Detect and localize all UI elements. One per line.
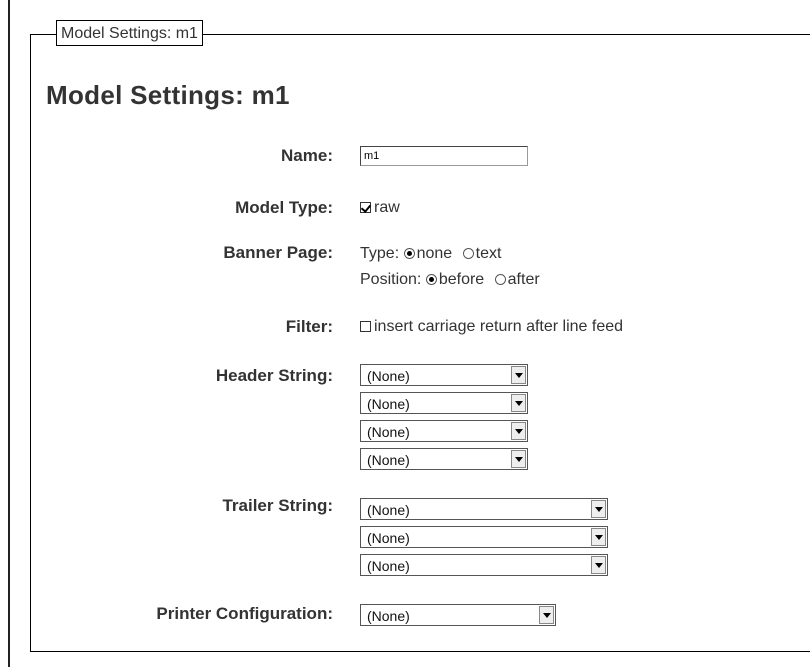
printer-configuration-select-value: (None) bbox=[367, 608, 410, 624]
chevron-down-icon[interactable] bbox=[591, 556, 606, 574]
raw-checkbox-label: raw bbox=[374, 199, 400, 216]
chevron-down-icon[interactable] bbox=[591, 528, 606, 546]
banner-position-label: Position: bbox=[360, 271, 422, 288]
fieldset-legend: Model Settings: m1 bbox=[56, 20, 203, 46]
header-string-select-2[interactable]: (None) bbox=[360, 392, 528, 414]
banner-type-text-label: text bbox=[475, 245, 502, 262]
trailer-string-label: Trailer String: bbox=[222, 496, 333, 515]
printer-configuration-select[interactable]: (None) bbox=[360, 604, 556, 626]
header-string-select-1[interactable]: (None) bbox=[360, 364, 528, 386]
banner-position-row: Position: before after bbox=[360, 271, 540, 289]
banner-type-text-radio[interactable] bbox=[462, 248, 474, 259]
chevron-down-icon[interactable] bbox=[511, 422, 526, 440]
name-label: Name: bbox=[281, 146, 333, 165]
chevron-down-icon[interactable] bbox=[591, 500, 606, 518]
page-title: Model Settings: m1 bbox=[46, 80, 290, 110]
banner-type-row: Type: none text bbox=[360, 245, 501, 263]
header-string-label: Header String: bbox=[215, 366, 333, 385]
trailer-string-select-2[interactable]: (None) bbox=[360, 526, 608, 548]
banner-page-label: Banner Page: bbox=[223, 243, 333, 262]
banner-position-after-radio[interactable] bbox=[494, 274, 506, 285]
header-string-select-2-value: (None) bbox=[367, 396, 410, 412]
model-type-option[interactable]: raw bbox=[360, 199, 400, 217]
banner-type-none-radio[interactable] bbox=[403, 248, 415, 259]
page-left-border bbox=[8, 0, 10, 667]
trailer-string-select-1-value: (None) bbox=[367, 502, 410, 518]
model-type-label: Model Type: bbox=[235, 198, 333, 217]
chevron-down-icon[interactable] bbox=[511, 366, 526, 384]
filter-crlf-checkbox[interactable] bbox=[360, 321, 371, 332]
banner-position-before-label: before bbox=[438, 271, 485, 288]
header-string-select-4-value: (None) bbox=[367, 452, 410, 468]
name-input[interactable] bbox=[360, 146, 528, 166]
chevron-down-icon[interactable] bbox=[511, 394, 526, 412]
filter-option[interactable]: insert carriage return after line feed bbox=[360, 318, 623, 336]
header-string-select-4[interactable]: (None) bbox=[360, 448, 528, 470]
filter-label: Filter: bbox=[285, 317, 333, 336]
trailer-string-select-3-value: (None) bbox=[367, 558, 410, 574]
trailer-string-select-3[interactable]: (None) bbox=[360, 554, 608, 576]
chevron-down-icon[interactable] bbox=[539, 606, 554, 624]
printer-configuration-label: Printer Configuration: bbox=[156, 604, 333, 623]
banner-position-before-radio[interactable] bbox=[425, 274, 437, 285]
header-string-select-3-value: (None) bbox=[367, 424, 410, 440]
header-string-select-3[interactable]: (None) bbox=[360, 420, 528, 442]
banner-type-none-label: none bbox=[416, 245, 453, 262]
trailer-string-select-2-value: (None) bbox=[367, 530, 410, 546]
chevron-down-icon[interactable] bbox=[511, 450, 526, 468]
raw-checkbox[interactable] bbox=[360, 202, 371, 213]
banner-position-after-label: after bbox=[507, 271, 540, 288]
banner-type-label: Type: bbox=[360, 245, 400, 262]
trailer-string-select-1[interactable]: (None) bbox=[360, 498, 608, 520]
filter-crlf-label: insert carriage return after line feed bbox=[374, 318, 624, 335]
header-string-select-1-value: (None) bbox=[367, 368, 410, 384]
